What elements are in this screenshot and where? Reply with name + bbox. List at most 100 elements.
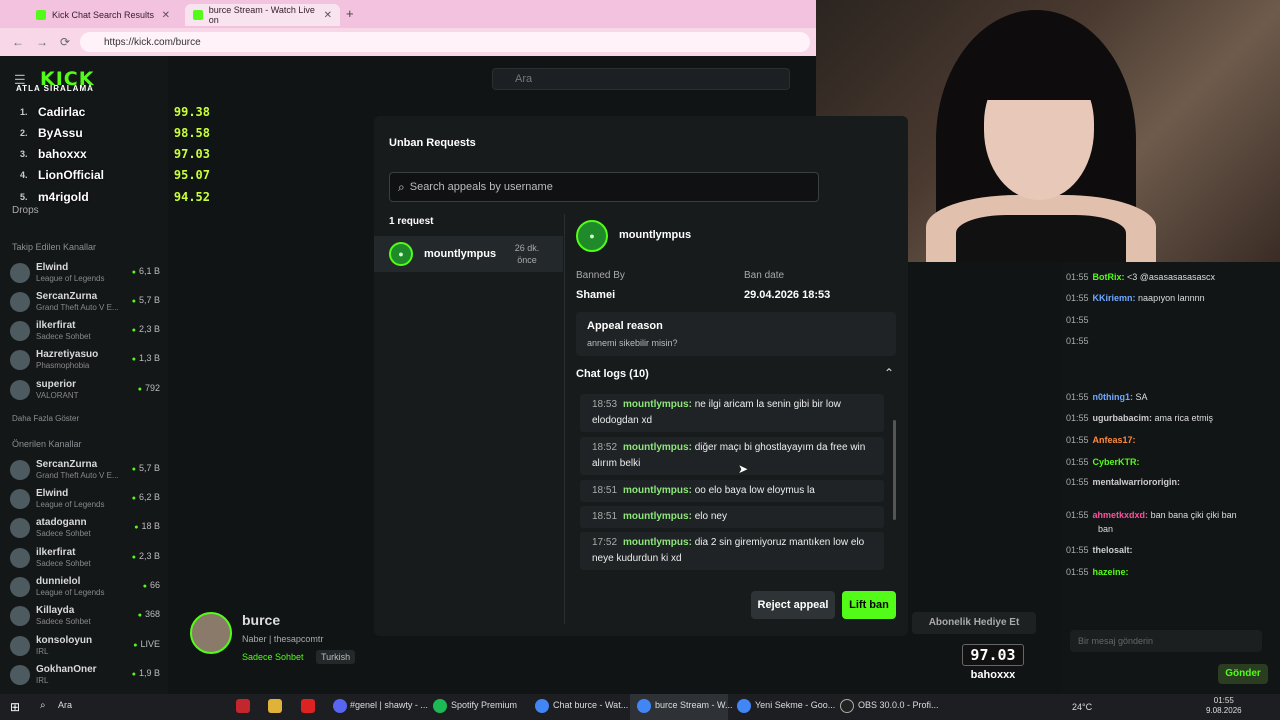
chat-text: ban bana çiki çiki ban: [1148, 510, 1237, 520]
browser-tab[interactable]: Kick Chat Search Results ✕: [28, 4, 178, 26]
log-user[interactable]: mountlympus:: [623, 442, 692, 453]
stream-tag[interactable]: Turkish: [316, 650, 356, 664]
log-user[interactable]: mountlympus:: [623, 399, 692, 410]
taskbar-app[interactable]: #genel | shawty - ...: [350, 700, 428, 710]
chrome-icon[interactable]: [737, 699, 751, 713]
channel-item[interactable]: KillaydaSadece Sohbet 368: [10, 603, 160, 629]
log-user[interactable]: mountlympus:: [623, 537, 692, 548]
chat-message: 01:55: [1066, 336, 1093, 346]
system-clock[interactable]: 01:55 9.08.2026: [1206, 696, 1242, 716]
close-tab-icon[interactable]: ✕: [162, 10, 170, 21]
chat-text: <3 @asasasasasascx: [1124, 272, 1215, 282]
appeal-search-input[interactable]: ⌕ Search appeals by username: [389, 172, 819, 202]
chat-message: 01:55 thelosalt:: [1066, 545, 1133, 555]
clock-date: 9.08.2026: [1206, 706, 1242, 715]
chat-username[interactable]: ahmetkxdxd:: [1093, 510, 1149, 520]
overlay-score: 97.03: [962, 644, 1024, 666]
streamer-avatar[interactable]: [190, 612, 232, 654]
chat-username[interactable]: ugurbabacim:: [1093, 413, 1153, 423]
browser-tab-active[interactable]: burce Stream - Watch Live on ✕: [185, 4, 340, 26]
new-tab-button[interactable]: +: [346, 6, 354, 21]
channel-item[interactable]: atadogannSadece Sohbet 18 B: [10, 515, 160, 541]
channel-item[interactable]: ilkerfiratSadece Sohbet 2,3 B: [10, 545, 160, 571]
taskbar-app[interactable]: Spotify Premium: [451, 700, 517, 710]
chat-message: 01:55 mentalwarriororigin:: [1066, 477, 1180, 487]
discord-icon[interactable]: [333, 699, 347, 713]
chat-username[interactable]: hazeine:: [1093, 567, 1129, 577]
channel-item[interactable]: superiorVALORANT 792: [10, 377, 160, 403]
chat-text: naapıyon lannnn: [1135, 293, 1205, 303]
log-user[interactable]: mountlympus:: [623, 485, 692, 496]
taskbar-search[interactable]: Ara: [58, 700, 72, 710]
site-search-input[interactable]: Ara: [492, 68, 790, 90]
windows-start-icon[interactable]: ⊞: [10, 700, 20, 714]
channel-item[interactable]: ilkerfiratSadece Sohbet 2,3 B: [10, 318, 160, 344]
channel-name: konsoloyun: [36, 635, 93, 646]
taskbar-app[interactable]: burce Stream - W...: [655, 700, 733, 710]
app-icon[interactable]: [301, 699, 315, 713]
chat-username[interactable]: BotRix:: [1093, 272, 1125, 282]
appeal-reason-box: [576, 312, 896, 356]
spotify-icon[interactable]: [433, 699, 447, 713]
chrome-icon[interactable]: [637, 699, 651, 713]
reload-icon[interactable]: ⟳: [60, 35, 70, 49]
address-bar[interactable]: https://kick.com/burce: [80, 32, 810, 52]
chat-message: 01:55 KKiriemn: naapıyon lannnn: [1066, 293, 1205, 303]
viewer-count: 1,9 B: [132, 668, 160, 678]
chat-username[interactable]: CyberKTR:: [1093, 457, 1140, 467]
obs-icon[interactable]: [840, 699, 854, 713]
chat-username[interactable]: Anfeas17:: [1093, 435, 1136, 445]
taskbar-app[interactable]: OBS 30.0.0 - Profi...: [858, 700, 939, 710]
reject-appeal-button[interactable]: Reject appeal: [751, 591, 835, 619]
scrollbar[interactable]: [893, 420, 896, 520]
weather-widget[interactable]: 24°C: [1072, 702, 1092, 712]
chat-time: 01:55: [1066, 457, 1089, 467]
lift-ban-button[interactable]: Lift ban: [842, 591, 896, 619]
app-icon[interactable]: [236, 699, 250, 713]
channel-name: dunnielol: [36, 576, 81, 587]
chat-username[interactable]: KKiriemn:: [1093, 293, 1136, 303]
channel-item[interactable]: SercanZurnaGrand Theft Auto V E... 5,7 B: [10, 289, 160, 315]
show-more-link[interactable]: Daha Fazla Göster: [12, 414, 79, 423]
score: 95.07: [173, 168, 210, 182]
send-button[interactable]: Gönder: [1218, 664, 1268, 684]
chat-time: 01:55: [1066, 413, 1089, 423]
channel-item[interactable]: SercanZurnaGrand Theft Auto V E... 5,7 B: [10, 457, 160, 483]
stream-category[interactable]: Sadece Sohbet: [242, 652, 304, 662]
leaderboard-row: 4. LionOfficial 95.07: [20, 165, 210, 185]
channel-item[interactable]: ElwindLeague of Legends 6,1 B: [10, 260, 160, 286]
chat-log-entry: 18:51 mountlympus: oo elo baya low eloymu…: [580, 480, 884, 502]
chat-input[interactable]: Bir mesaj gönderin: [1070, 630, 1262, 652]
chat-username[interactable]: mentalwarriororigin:: [1093, 477, 1181, 487]
channel-item[interactable]: dunnielolLeague of Legends 66: [10, 574, 160, 600]
mouse-cursor-icon: ➤: [738, 462, 749, 476]
chrome-icon[interactable]: [535, 699, 549, 713]
channel-item[interactable]: ElwindLeague of Legends 6,2 B: [10, 486, 160, 512]
avatar: [10, 636, 30, 656]
gift-subscription-button[interactable]: Abonelik Hediye Et: [912, 612, 1036, 634]
folder-icon[interactable]: [268, 699, 282, 713]
channel-item[interactable]: GokhanOnerIRL 1,9 B: [10, 662, 160, 688]
channel-item[interactable]: HazretiyasuoPhasmophobia 1,3 B: [10, 347, 160, 373]
streamer-name[interactable]: burce: [242, 612, 280, 628]
detail-username[interactable]: mountlympus: [619, 229, 691, 241]
followed-channels-heading: Takip Edilen Kanallar: [12, 242, 97, 252]
channel-category: IRL: [36, 647, 49, 656]
channel-item[interactable]: konsoloyunIRL LIVE: [10, 633, 160, 659]
channel-name: ilkerfirat: [36, 320, 76, 331]
taskbar-app[interactable]: Chat burce - Wat...: [553, 700, 628, 710]
close-tab-icon[interactable]: ✕: [324, 10, 332, 21]
taskbar-app[interactable]: Yeni Sekme - Goo...: [755, 700, 835, 710]
chat-log-entry: 18:51 mountlympus: elo ney: [580, 506, 884, 528]
log-user[interactable]: mountlympus:: [623, 511, 692, 522]
score: 98.58: [173, 126, 210, 140]
chat-username[interactable]: n0thing1:: [1093, 392, 1134, 402]
chevron-up-icon[interactable]: ⌃: [884, 366, 894, 380]
channel-category: Phasmophobia: [36, 361, 90, 370]
back-icon[interactable]: ←: [12, 35, 24, 49]
sidebar-item-drops[interactable]: Drops: [12, 205, 39, 216]
chat-username[interactable]: thelosalt:: [1093, 545, 1133, 555]
search-icon[interactable]: ⌕: [40, 700, 46, 711]
forward-icon[interactable]: →: [36, 35, 48, 49]
avatar: [10, 606, 30, 626]
